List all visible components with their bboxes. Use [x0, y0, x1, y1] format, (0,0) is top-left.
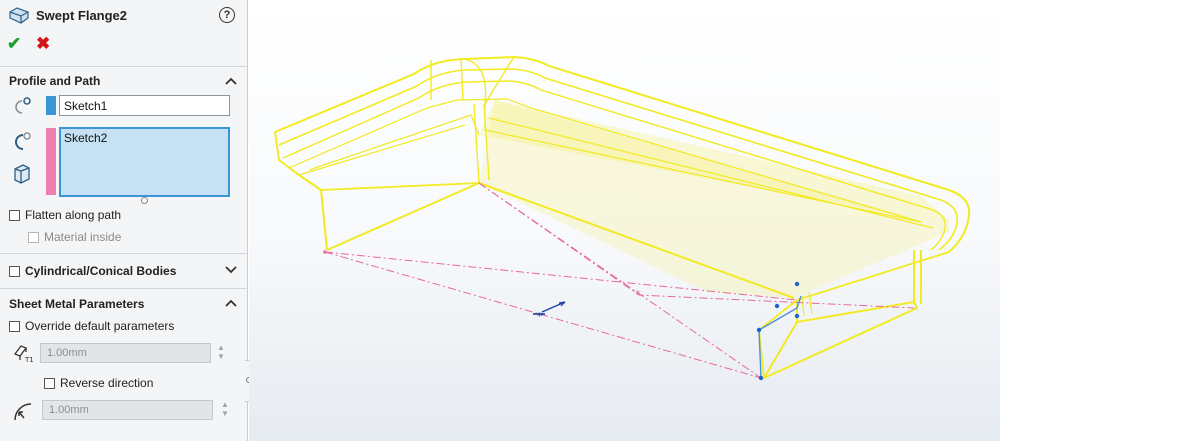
- chevron-down-icon[interactable]: [224, 265, 238, 275]
- property-manager-panel: Swept Flange2 ? ✔ ✖ Profile and Path Ske…: [0, 0, 248, 441]
- svg-text:T1: T1: [24, 356, 34, 364]
- profile-path-header[interactable]: Profile and Path: [9, 74, 100, 88]
- profile-value: Sketch1: [64, 99, 108, 113]
- thickness-input[interactable]: 1.00mm: [40, 343, 211, 363]
- ok-check-icon[interactable]: ✔: [7, 34, 21, 54]
- chevron-up-icon[interactable]: [224, 298, 238, 308]
- chevron-up-icon[interactable]: [224, 76, 238, 86]
- list-resize-handle[interactable]: [141, 197, 148, 204]
- path-selection-field[interactable]: Sketch2: [59, 127, 230, 197]
- svg-text:*: *: [635, 288, 641, 301]
- cylindrical-conical-checkbox[interactable]: Cylindrical/Conical Bodies: [9, 264, 176, 278]
- flatten-along-path-checkbox[interactable]: Flatten along path: [9, 208, 121, 222]
- feature-title-row: Swept Flange2 ?: [0, 0, 248, 32]
- checkbox-box[interactable]: [9, 265, 20, 277]
- checkbox-box[interactable]: [44, 377, 55, 389]
- sheet-metal-profile-icon: [11, 163, 33, 185]
- graphics-viewport[interactable]: * *: [249, 0, 1000, 441]
- sheet-metal-parameters-header[interactable]: Sheet Metal Parameters: [9, 297, 144, 311]
- empty-area: [1000, 0, 1200, 441]
- override-default-parameters-checkbox[interactable]: Override default parameters: [9, 319, 174, 333]
- section-divider: [0, 253, 248, 254]
- profile-color-swatch: [46, 96, 56, 115]
- checkbox-box[interactable]: [9, 209, 20, 221]
- checkbox-box[interactable]: [9, 320, 20, 332]
- profile-icon: [11, 95, 33, 117]
- section-divider: [0, 288, 248, 289]
- svg-text:*: *: [537, 310, 543, 323]
- checkbox-box: [28, 231, 39, 243]
- material-inside-checkbox: Material inside: [28, 230, 121, 244]
- cancel-x-icon[interactable]: ✖: [36, 34, 50, 54]
- model-preview: * *: [274, 55, 971, 381]
- profile-selection-field[interactable]: Sketch1: [59, 95, 230, 116]
- path-color-swatch: [46, 128, 56, 195]
- bend-radius-input[interactable]: 1.00mm: [42, 400, 213, 420]
- help-icon[interactable]: ?: [219, 7, 235, 23]
- bend-radius-spinner[interactable]: ▲ ▼: [219, 400, 231, 420]
- path-value: Sketch2: [64, 131, 108, 145]
- thickness-icon: T1: [12, 342, 34, 364]
- swept-flange-icon: [8, 6, 30, 26]
- bend-radius-icon: [12, 400, 34, 422]
- path-icon: [11, 130, 33, 152]
- section-divider: [0, 66, 248, 67]
- reverse-direction-checkbox[interactable]: Reverse direction: [44, 376, 153, 390]
- thickness-spinner[interactable]: ▲ ▼: [215, 343, 227, 363]
- feature-title: Swept Flange2: [36, 8, 128, 23]
- swept-flange-model: [274, 55, 971, 381]
